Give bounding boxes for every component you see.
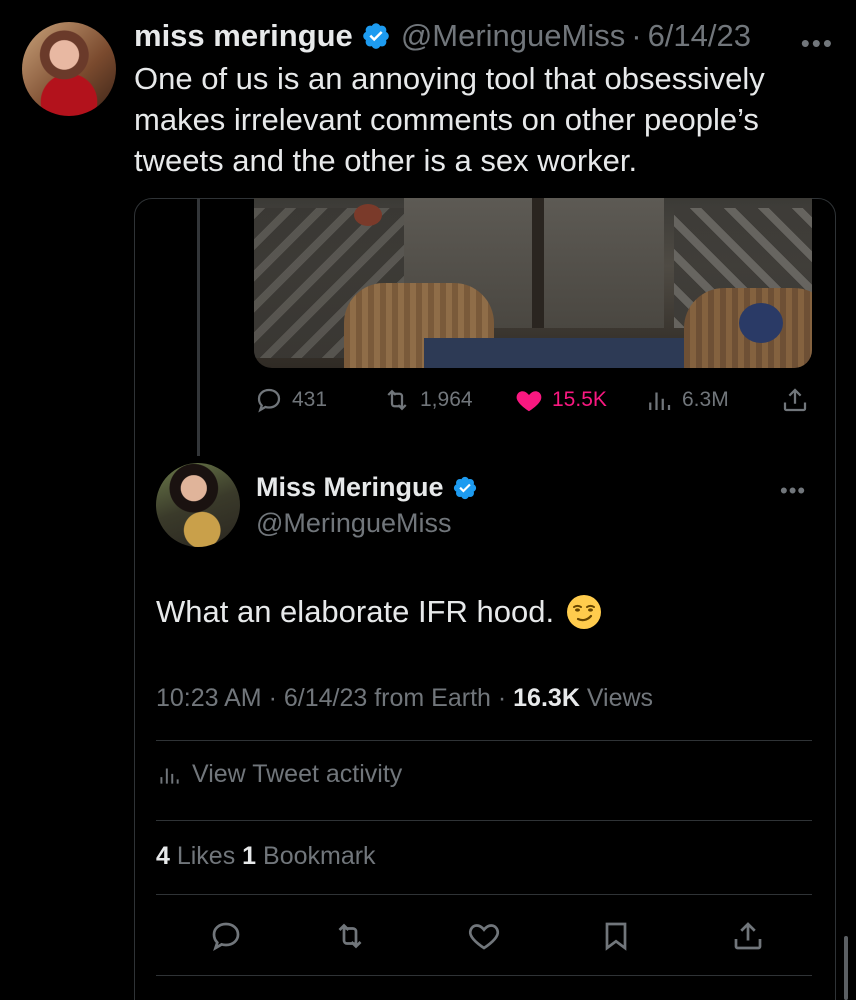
like-count: 15.5K — [552, 388, 607, 411]
meta-separator: · — [261, 684, 284, 712]
reply-text-content: What an elaborate IFR hood. — [156, 594, 555, 629]
tweet-stats: 4 Likes 1 Bookmark — [156, 842, 376, 871]
tweet-meta: 10:23 AM · 6/14/23 from Earth · 16.3K Vi… — [156, 684, 653, 713]
tweet-text: One of us is an annoying tool that obses… — [134, 61, 765, 178]
scrollbar[interactable] — [844, 936, 848, 1000]
share-button[interactable] — [780, 385, 818, 415]
avatar[interactable] — [22, 22, 116, 116]
retweet-count-button[interactable]: 1,964 — [382, 385, 473, 415]
divider — [156, 740, 812, 741]
tweet-header: miss meringue @MeringueMiss · 6/14/23 — [134, 18, 751, 54]
verified-badge-icon — [363, 23, 389, 49]
reply-display-name[interactable]: Miss Meringue — [256, 472, 444, 503]
analytics-icon — [160, 768, 179, 784]
tweet-date[interactable]: 6/14/23 — [284, 684, 367, 712]
smirking-face-icon — [567, 595, 602, 629]
views-count: 6.3M — [682, 388, 729, 411]
verified-badge-icon — [453, 476, 476, 499]
likes-label[interactable]: Likes — [170, 842, 242, 870]
retweet-count: 1,964 — [420, 388, 473, 411]
tweet-date[interactable]: 6/14/23 — [648, 18, 751, 54]
retweet-icon — [338, 923, 362, 949]
display-name[interactable]: miss meringue — [134, 18, 353, 54]
share-icon — [783, 388, 807, 412]
divider — [156, 894, 812, 895]
heart-filled-icon — [516, 391, 542, 412]
views-label: Views — [579, 684, 654, 712]
bookmarks-count: 1 — [242, 842, 257, 870]
reply-icon — [212, 922, 240, 951]
heart-icon — [468, 924, 500, 950]
divider — [156, 975, 812, 976]
reply-count: 431 — [292, 388, 328, 411]
tweet-actions-bar — [156, 914, 812, 958]
bookmark-icon — [605, 922, 627, 951]
views-count: 16.3K — [513, 684, 580, 712]
divider — [156, 820, 812, 821]
reply-button[interactable] — [204, 914, 248, 958]
like-count-button[interactable]: 15.5K — [514, 385, 607, 415]
reply-text: What an elaborate IFR hood. — [156, 594, 602, 630]
more-options-icon[interactable]: ••• — [801, 28, 834, 59]
engagement-bar: 431 1,964 15.5K 6.3M — [254, 385, 814, 417]
reply-avatar[interactable] — [156, 463, 240, 547]
share-button[interactable] — [726, 914, 770, 958]
reply-author[interactable]: Miss Meringue — [256, 472, 488, 503]
reply-count-button[interactable]: 431 — [254, 385, 327, 415]
activity-label: View Tweet activity — [192, 760, 403, 788]
views-chart-icon — [649, 392, 671, 410]
retweet-icon — [387, 389, 407, 411]
view-tweet-activity-button[interactable]: View Tweet activity — [156, 760, 402, 789]
tweet-source: from Earth — [367, 684, 491, 712]
views-count-button[interactable]: 6.3M — [644, 385, 729, 415]
bookmark-button[interactable] — [594, 914, 638, 958]
more-options-icon[interactable]: ••• — [780, 478, 806, 504]
tweet-media-image[interactable] — [254, 198, 812, 368]
handle[interactable]: @MeringueMiss — [401, 18, 625, 54]
meta-separator: · — [490, 684, 514, 712]
share-icon — [734, 922, 762, 950]
like-button[interactable] — [462, 914, 506, 958]
likes-count[interactable]: 4 — [156, 842, 170, 870]
thread-line — [197, 198, 200, 456]
retweet-button[interactable] — [328, 914, 372, 958]
bookmarks-label: Bookmark — [256, 842, 376, 870]
separator: · — [631, 18, 642, 53]
tweet-time[interactable]: 10:23 AM — [156, 684, 262, 712]
reply-icon — [257, 388, 281, 413]
reply-handle[interactable]: @MeringueMiss — [256, 508, 451, 539]
